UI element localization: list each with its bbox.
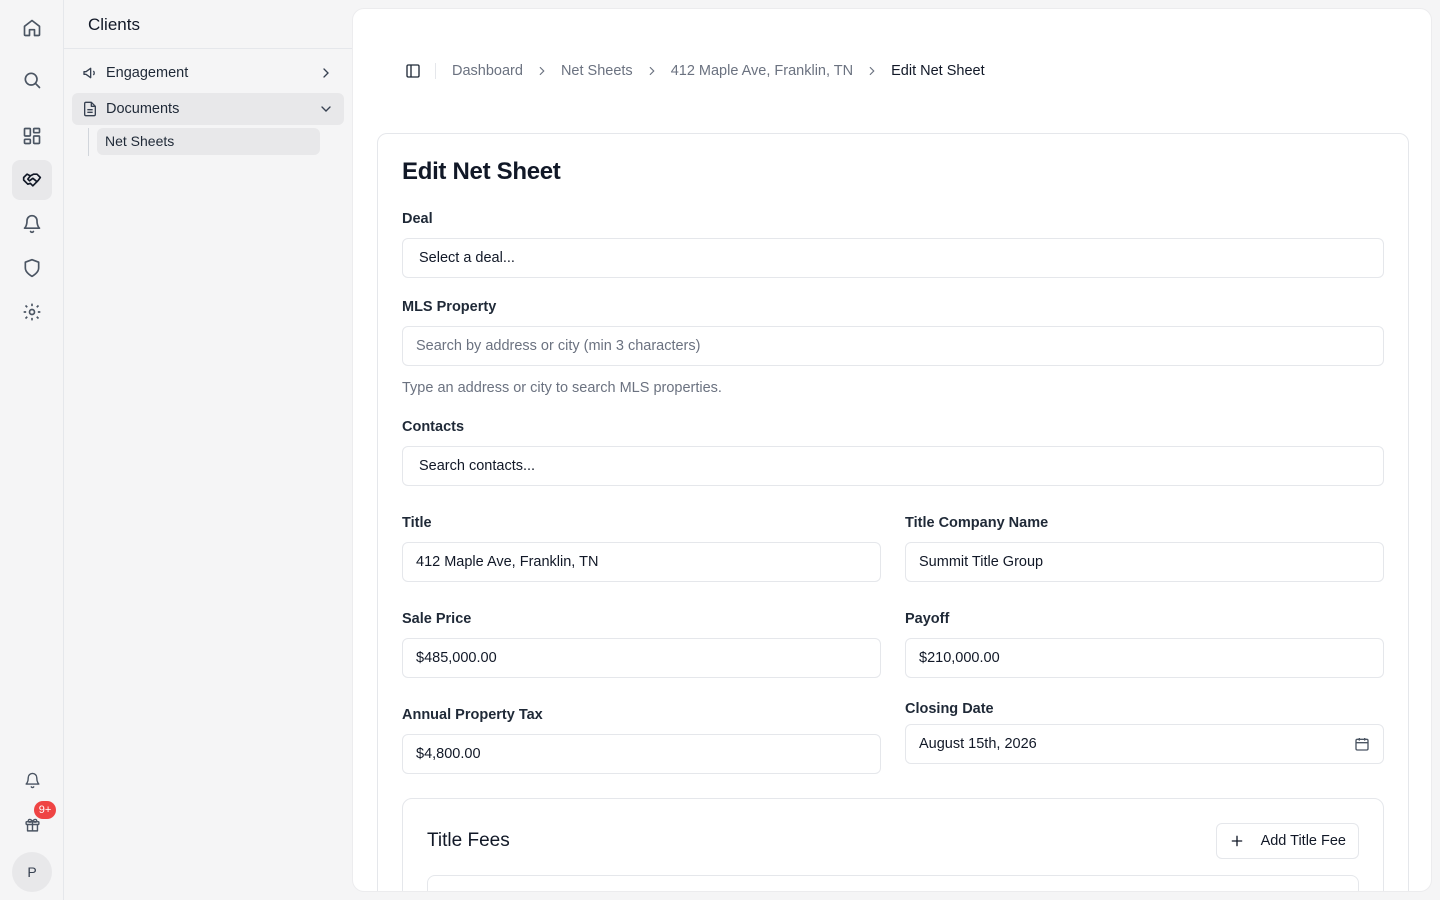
chevron-right-icon [539,66,545,76]
add-title-fee-button[interactable]: Add Title Fee [1215,823,1359,859]
payoff-input[interactable]: $210,000.00 [905,638,1384,678]
deal-label: Deal [402,211,433,227]
clients-sidebar: Clients Engagement Documents Net Sheets [64,0,352,900]
mls-property-search-input[interactable]: Search by address or city (min 3 charact… [402,326,1384,366]
mls-property-label: MLS Property [402,299,497,315]
chevron-right-icon [649,66,655,76]
title-company-input[interactable]: Summit Title Group [905,542,1384,582]
notification-badge: 9+ [34,801,56,819]
sidebar-item-label: Documents [106,101,180,117]
handshake-icon[interactable] [12,160,52,200]
chevron-right-icon [323,68,329,78]
breadcrumb: Dashboard Net Sheets 412 Maple Ave, Fran… [405,61,985,81]
avatar[interactable]: P [12,852,52,892]
closing-date-picker[interactable]: August 15th, 2026 [905,724,1384,764]
title-input-value: 412 Maple Ave, Franklin, TN [416,554,599,570]
divider [435,63,436,79]
title-fees-section: Title Fees Add Title Fee [402,798,1384,891]
title-fees-list [427,875,1359,891]
title-label: Title [402,515,432,531]
subtree-line [88,128,89,156]
breadcrumb-dashboard[interactable]: Dashboard [452,63,523,79]
breadcrumb-net-sheets[interactable]: Net Sheets [561,63,633,79]
megaphone-icon [83,67,95,79]
payoff-label: Payoff [905,611,950,627]
title-input[interactable]: 412 Maple Ave, Franklin, TN [402,542,881,582]
deal-select[interactable]: Select a deal... [402,238,1384,278]
sidebar-item-label: Engagement [106,65,189,81]
page-title: Edit Net Sheet [402,158,561,185]
calendar-icon [1355,738,1369,751]
home-icon[interactable] [12,8,52,48]
main-panel: Dashboard Net Sheets 412 Maple Ave, Fran… [352,8,1432,892]
property-tax-input[interactable]: $4,800.00 [402,734,881,774]
contacts-label: Contacts [402,419,465,435]
sidebar-subitem-net-sheets[interactable]: Net Sheets [97,128,320,155]
deal-select-value: Select a deal... [419,250,515,266]
dashboard-icon[interactable] [12,116,52,156]
contacts-search-input[interactable]: Search contacts... [402,446,1384,486]
net-sheet-form: Edit Net Sheet Deal Select a deal... MLS… [377,133,1409,891]
closing-date-label: Closing Date [905,701,994,717]
bell-icon[interactable] [12,204,52,244]
sale-price-input-value: $485,000.00 [416,650,497,666]
mls-property-hint: Type an address or city to search MLS pr… [402,380,722,396]
breadcrumb-current: Edit Net Sheet [891,63,985,79]
sidebar-title: Clients [64,0,352,49]
payoff-input-value: $210,000.00 [919,650,1000,666]
notifications-bell-icon[interactable] [12,760,52,800]
shield-icon[interactable] [12,248,52,288]
add-title-fee-label: Add Title Fee [1260,833,1346,849]
sidebar-item-documents[interactable]: Documents [72,93,344,125]
property-tax-label: Annual Property Tax [402,707,543,723]
title-company-label: Title Company Name [905,515,1049,531]
document-icon [84,101,96,117]
sale-price-label: Sale Price [402,611,472,627]
sidebar-item-engagement[interactable]: Engagement [72,57,344,89]
closing-date-value: August 15th, 2026 [919,736,1037,752]
search-icon[interactable] [12,60,52,100]
gear-icon[interactable] [12,292,52,332]
sale-price-input[interactable]: $485,000.00 [402,638,881,678]
mls-property-placeholder: Search by address or city (min 3 charact… [416,338,701,354]
sidebar-toggle-icon[interactable] [405,63,421,79]
title-fees-heading: Title Fees [427,830,510,851]
chevron-right-icon [869,66,875,76]
breadcrumb-property[interactable]: 412 Maple Ave, Franklin, TN [671,63,853,79]
contacts-search-value: Search contacts... [419,458,536,474]
chevron-down-icon [321,106,331,112]
property-tax-input-value: $4,800.00 [416,746,481,762]
icon-rail: 9+ P [0,0,64,900]
plus-icon [1231,835,1242,847]
title-company-input-value: Summit Title Group [919,554,1044,570]
